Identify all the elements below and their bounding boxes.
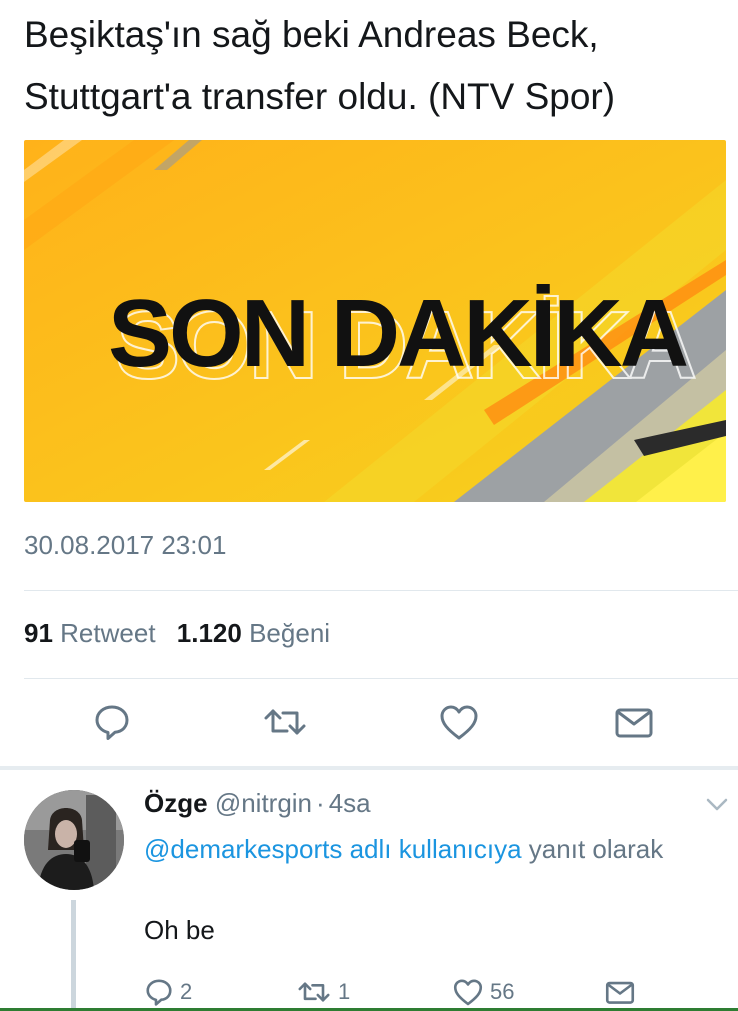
- reply-button[interactable]: [90, 700, 134, 744]
- avatar-photo: [24, 790, 124, 890]
- reply-action-bar: 2 1 56: [0, 974, 738, 1010]
- tweet-timestamp[interactable]: 30.08.2017 23:01: [24, 530, 226, 561]
- reply-header: Özge @nitrgin · 4sa: [144, 788, 371, 819]
- reply-text: Oh be: [144, 915, 215, 945]
- retweet-icon: [264, 709, 306, 735]
- tweet-media-image[interactable]: SON DAKİKA SON DAKİKA: [24, 140, 726, 502]
- chevron-down-icon: [706, 798, 728, 811]
- like-label[interactable]: Beğeni: [249, 618, 330, 648]
- avatar[interactable]: [24, 790, 124, 890]
- tweet-action-bar: [0, 700, 738, 746]
- reply-like-button[interactable]: 56: [452, 974, 514, 1010]
- like-count[interactable]: 1.120: [177, 618, 242, 648]
- heart-icon: [440, 705, 478, 740]
- reply-retweet-count: 1: [338, 979, 351, 1004]
- replying-to: @demarkesports adlı kullanıcıya yanıt ol…: [144, 828, 704, 870]
- like-button[interactable]: [437, 700, 481, 744]
- reply-retweet-button[interactable]: 1: [296, 974, 350, 1010]
- reply-count: 2: [180, 979, 193, 1004]
- replying-to-mention[interactable]: @demarkesports adlı kullanıcıya: [144, 834, 522, 864]
- divider: [24, 590, 738, 591]
- envelope-icon: [615, 708, 653, 738]
- reply-dm-button[interactable]: [604, 974, 636, 1010]
- direct-message-button[interactable]: [612, 700, 656, 744]
- retweet-count[interactable]: 91: [24, 618, 53, 648]
- retweet-button[interactable]: [263, 700, 307, 744]
- reply-tweet[interactable]: Özge @nitrgin · 4sa @demarkesports adlı ku…: [0, 770, 738, 1011]
- reply-like-count: 56: [490, 979, 515, 1004]
- envelope-icon: [605, 981, 635, 1004]
- reply-author-handle[interactable]: @nitrgin: [215, 788, 312, 818]
- reply-icon: [146, 979, 172, 1006]
- reply-separator: ·: [316, 788, 325, 818]
- reply-time[interactable]: 4sa: [329, 788, 371, 818]
- replying-to-suffix: yanıt olarak: [528, 834, 664, 864]
- divider: [24, 678, 738, 679]
- tweet-stats: 91 Retweet 1.120 Beğeni: [24, 618, 330, 649]
- reply-icon: [95, 705, 129, 740]
- headline-text: SON DAKİKA: [108, 280, 687, 387]
- tweet-text: Beşiktaş'ın sağ beki Andreas Beck, Stutt…: [24, 14, 616, 117]
- headline-graphic: SON DAKİKA SON DAKİKA: [108, 280, 699, 400]
- reply-reply-button[interactable]: 2: [144, 974, 192, 1010]
- reply-author-name[interactable]: Özge: [144, 788, 208, 818]
- breaking-news-banner: SON DAKİKA SON DAKİKA: [24, 140, 726, 502]
- heart-icon: [453, 979, 483, 1006]
- tweet-options-button[interactable]: [706, 798, 728, 817]
- retweet-label[interactable]: Retweet: [60, 618, 155, 648]
- retweet-icon: [298, 982, 330, 1002]
